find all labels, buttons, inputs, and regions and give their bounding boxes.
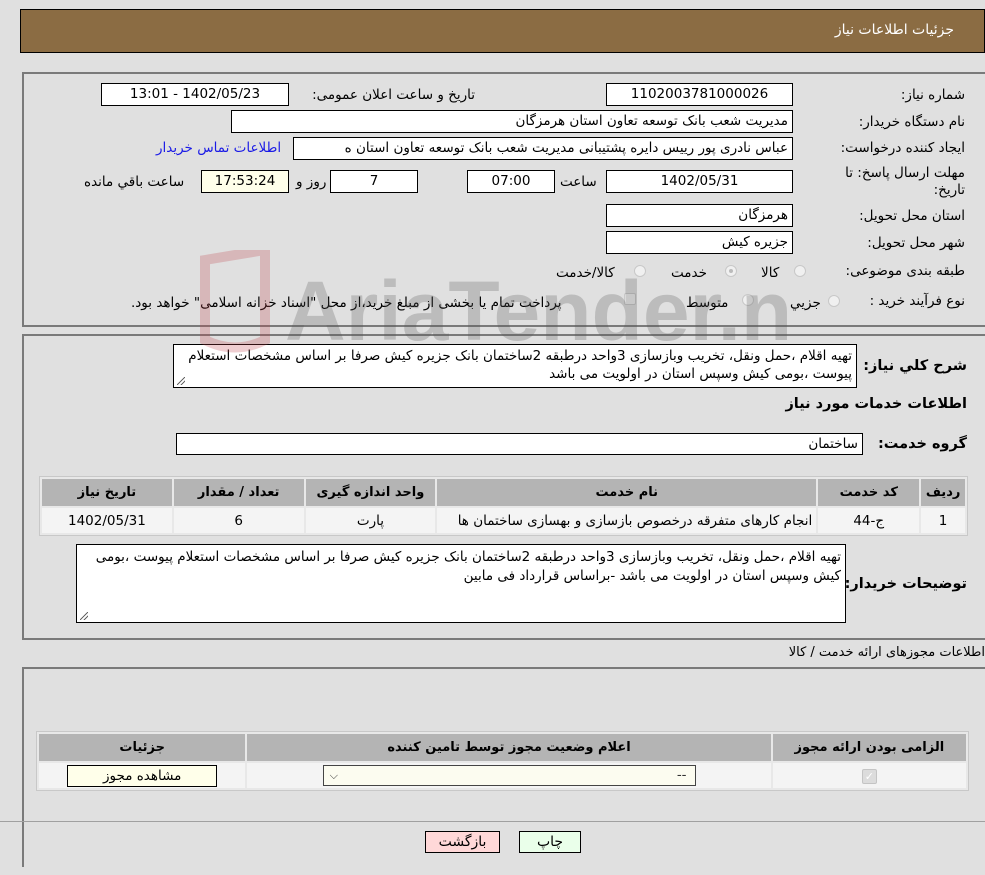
service-group-label: گروه خدمت:: [877, 436, 967, 452]
process-option-minor: جزيي: [790, 295, 821, 311]
col-details: جزئیات: [39, 734, 246, 761]
city-field: جزیره کیش: [606, 231, 793, 254]
chevron-down-icon: ⌵: [329, 769, 338, 782]
divider: [0, 821, 985, 822]
col-license-status: اعلام وضعیت مجوز توسط تامین کننده: [247, 734, 771, 761]
process-radio-minor[interactable]: [828, 295, 840, 307]
cell-unit: پارت: [305, 508, 436, 533]
category-radio-service[interactable]: [725, 265, 737, 277]
buyer-notes-label: توضیحات خریدار:: [844, 576, 967, 592]
category-option-goods: کالا: [761, 265, 780, 281]
category-label: طبقه بندی موضوعی:: [845, 263, 965, 279]
description-textarea[interactable]: تهیه اقلام ،حمل ونقل، تخریب وبازسازی 3وا…: [173, 344, 857, 388]
view-license-button[interactable]: مشاهده مجوز: [67, 764, 218, 787]
resize-handle-icon[interactable]: [80, 612, 88, 620]
province-label: استان محل تحویل:: [859, 208, 965, 224]
table-row: 1 ج-44 انجام کارهای متفرقه درخصوص بازساز…: [42, 508, 965, 533]
cell-license-required: ✓: [772, 763, 966, 788]
cell-row: 1: [921, 508, 965, 533]
col-quantity: تعداد / مقدار: [173, 479, 304, 506]
process-option-medium: متوسط: [686, 295, 729, 311]
deadline-time-label: ساعت: [560, 174, 597, 190]
deadline-label-date: تاریخ:: [933, 182, 965, 198]
creator-label: ایجاد کننده درخواست:: [840, 140, 965, 156]
col-need-date: تاریخ نیاز: [42, 479, 172, 506]
col-unit: واحد اندازه گیری: [305, 479, 436, 506]
announce-date-label: تاریخ و ساعت اعلان عمومی:: [312, 87, 475, 103]
page-header: جزئیات اطلاعات نیاز: [20, 9, 985, 53]
service-group-field: ساختمان: [176, 433, 863, 455]
back-button[interactable]: بازگشت: [425, 831, 500, 853]
cell-details: مشاهده مجوز: [39, 763, 246, 788]
buyer-notes-textarea[interactable]: تهیه اقلام ،حمل ونقل، تخریب وبازسازی 3وا…: [76, 544, 846, 623]
col-row: ردیف: [921, 479, 965, 506]
buyer-notes-text: تهیه اقلام ،حمل ونقل، تخریب وبازسازی 3وا…: [95, 549, 841, 584]
province-field: هرمزگان: [606, 204, 793, 227]
city-label: شهر محل تحویل:: [867, 235, 965, 251]
licenses-table: الزامی بودن ارائه مجوز اعلام وضعیت مجوز …: [36, 731, 969, 791]
licenses-table-header: الزامی بودن ارائه مجوز اعلام وضعیت مجوز …: [39, 734, 966, 761]
col-service-name: نام خدمت: [437, 479, 817, 506]
description-text: تهیه اقلام ،حمل ونقل، تخریب وبازسازی 3وا…: [188, 348, 852, 382]
cell-license-status: -- ⌵: [247, 763, 771, 788]
deadline-label: مهلت ارسال پاسخ: تا: [845, 165, 965, 181]
resize-handle-icon[interactable]: [177, 377, 185, 385]
services-table: ردیف کد خدمت نام خدمت واحد اندازه گیری ت…: [39, 476, 968, 536]
deadline-time-field: 07:00: [467, 170, 555, 193]
col-service-code: کد خدمت: [818, 479, 920, 506]
creator-field: عباس نادری پور رییس دایره پشتیبانی مدیری…: [293, 137, 793, 160]
cell-service-code: ج-44: [818, 508, 920, 533]
description-label: شرح کلي نياز:: [863, 358, 967, 374]
col-license-required: الزامی بودن ارائه مجوز: [772, 734, 966, 761]
cell-service-name: انجام کارهای متفرقه درخصوص بازسازی و بهس…: [437, 508, 817, 533]
category-radio-goods[interactable]: [794, 265, 806, 277]
need-number-label: شماره نیاز:: [900, 87, 965, 103]
category-radio-goods-service[interactable]: [634, 265, 646, 277]
category-option-goods-service: کالا/خدمت: [556, 265, 615, 281]
buyer-org-field: مدیریت شعب بانک توسعه تعاون استان هرمزگا…: [231, 110, 793, 133]
days-remaining-field: 7: [330, 170, 418, 193]
print-button[interactable]: چاپ: [519, 831, 581, 853]
license-status-select[interactable]: -- ⌵: [322, 765, 696, 786]
process-label: نوع فرآیند خرید :: [869, 293, 965, 309]
license-required-checkbox: ✓: [861, 768, 877, 784]
treasury-note: پرداخت تمام یا بخشی از مبلغ خرید،از محل …: [131, 295, 562, 311]
deadline-date-field: 1402/05/31: [606, 170, 793, 193]
days-label: روز و: [296, 174, 327, 190]
buyer-contact-link[interactable]: اطلاعات تماس خریدار: [156, 140, 281, 156]
table-row: ✓ -- ⌵ مشاهده مجوز: [39, 763, 966, 788]
cell-quantity: 6: [173, 508, 304, 533]
process-radio-medium[interactable]: [742, 294, 754, 306]
license-status-value: --: [676, 767, 687, 783]
remaining-time-field: 17:53:24: [201, 170, 289, 193]
remaining-time-label: ساعت باقي مانده: [84, 174, 185, 190]
category-option-service: خدمت: [671, 265, 707, 281]
services-table-header: ردیف کد خدمت نام خدمت واحد اندازه گیری ت…: [42, 479, 965, 506]
buyer-org-label: نام دستگاه خریدار:: [858, 114, 965, 130]
need-number-field: 1102003781000026: [606, 83, 793, 106]
treasury-checkbox[interactable]: [624, 293, 636, 305]
services-section-title: اطلاعات خدمات مورد نیاز: [785, 396, 967, 412]
announce-date-field: 1402/05/23 - 13:01: [101, 83, 289, 106]
cell-need-date: 1402/05/31: [42, 508, 172, 533]
licenses-section-title: اطلاعات مجوزهای ارائه خدمت / کالا: [788, 645, 985, 660]
page-title: جزئیات اطلاعات نیاز: [834, 22, 954, 38]
